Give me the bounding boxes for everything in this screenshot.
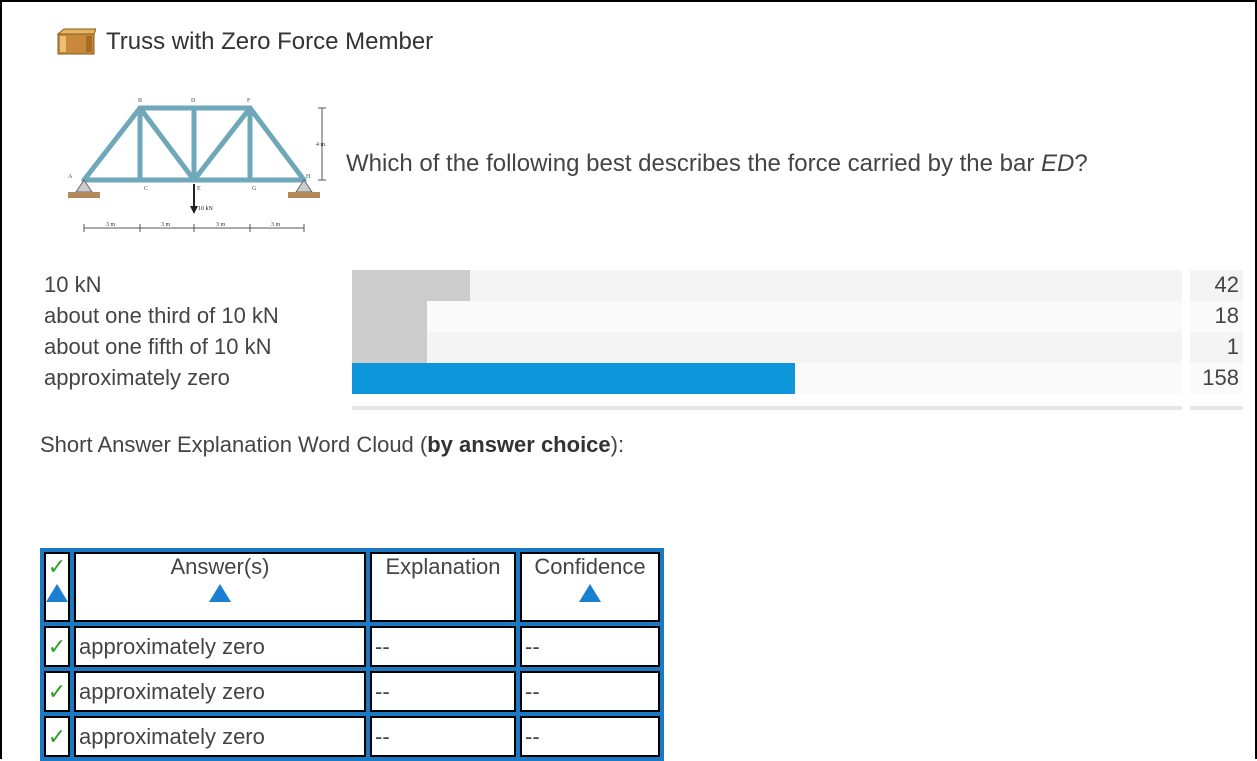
answer-bar <box>352 301 427 332</box>
sort-ascending-icon[interactable] <box>46 582 68 608</box>
joint-label-g: G <box>252 186 257 192</box>
answer-row: about one fifth of 10 kN 1 <box>40 332 1245 363</box>
answer-cell: approximately zero <box>74 671 366 712</box>
answers-column-header[interactable]: Answer(s) <box>74 552 366 622</box>
checkmark-icon: ✓ <box>47 723 67 749</box>
answer-cell: approximately zero <box>74 626 366 667</box>
divider <box>352 406 1182 410</box>
span-dimension-1: 3 m <box>106 222 116 228</box>
table-row: ✓ approximately zero -- -- <box>44 671 660 712</box>
span-dimension-3: 3 m <box>216 222 226 228</box>
word-cloud-link[interactable]: by answer choice <box>427 432 610 457</box>
answer-count-cell: 42 <box>1190 270 1243 301</box>
question-bar-name: ED <box>1041 150 1075 177</box>
answer-label: about one fifth of 10 kN <box>44 334 272 359</box>
explanations-table: ✓ Answer(s) Explanation Confidence ✓ app… <box>40 548 664 761</box>
answer-row: 10 kN 42 <box>40 270 1245 301</box>
answer-bar <box>352 363 796 394</box>
table-header-row: ✓ Answer(s) Explanation Confidence <box>44 552 660 622</box>
answer-bar <box>352 270 470 301</box>
answer-bar-track <box>352 332 1182 363</box>
explanation-header-label: Explanation <box>385 554 501 579</box>
confidence-cell: -- <box>520 671 660 712</box>
question-title-row: Truss with Zero Force Member <box>56 26 433 58</box>
truss-diagram: A B C D E F G H 10 kN 4 m 3 m 3 m 3 m 3 … <box>68 98 326 232</box>
span-dimension-2: 3 m <box>161 222 171 228</box>
answer-row: approximately zero 158 <box>40 363 1245 394</box>
answer-count-cell: 158 <box>1190 363 1243 394</box>
joint-label-d: D <box>191 98 196 104</box>
sort-ascending-icon[interactable] <box>79 582 361 608</box>
span-dimension-4: 3 m <box>271 222 281 228</box>
joint-label-h: H <box>306 174 311 180</box>
box-icon <box>56 28 96 55</box>
word-cloud-heading: Short Answer Explanation Word Cloud (by … <box>40 432 624 458</box>
question-title: Truss with Zero Force Member <box>106 28 434 55</box>
explanation-column-header[interactable]: Explanation <box>370 552 516 622</box>
question-prefix: Which of the following best describes th… <box>346 150 1042 177</box>
confidence-cell: -- <box>520 626 660 667</box>
word-cloud-prefix: Short Answer Explanation Word Cloud ( <box>40 432 428 457</box>
answer-bar-track <box>352 363 1182 394</box>
joint-label-a: A <box>68 174 73 180</box>
joint-label-f: F <box>247 98 251 104</box>
checkmark-icon: ✓ <box>47 678 67 704</box>
answer-count: 18 <box>1214 303 1239 328</box>
answer-label: about one third of 10 kN <box>44 303 279 328</box>
confidence-column-header[interactable]: Confidence <box>520 552 660 622</box>
table-row: ✓ approximately zero -- -- <box>44 716 660 757</box>
joint-label-e: E <box>197 186 201 192</box>
joint-label-c: C <box>144 186 148 192</box>
answer-count-cell: 18 <box>1190 301 1243 332</box>
explanation-cell: -- <box>370 671 516 712</box>
answer-count-cell: 1 <box>1190 332 1243 363</box>
answer-bar <box>352 332 427 363</box>
answer-label: approximately zero <box>44 365 230 390</box>
checkmark-icon: ✓ <box>47 633 67 659</box>
answers-header-label: Answer(s) <box>170 554 270 579</box>
check-column-header[interactable]: ✓ <box>44 552 70 622</box>
joint-label-b: B <box>138 98 142 104</box>
checkmark-icon: ✓ <box>47 554 67 579</box>
load-label: 10 kN <box>198 206 214 212</box>
divider <box>1190 406 1243 410</box>
word-cloud-suffix: ): <box>610 432 625 457</box>
answer-distribution: 10 kN 42 about one third of 10 kN 18 abo… <box>40 270 1245 410</box>
sort-ascending-icon[interactable] <box>525 582 655 608</box>
confidence-cell: -- <box>520 716 660 757</box>
question-suffix: ? <box>1074 150 1088 177</box>
explanation-cell: -- <box>370 626 516 667</box>
answer-count: 1 <box>1226 334 1239 359</box>
height-dimension: 4 m <box>316 142 326 148</box>
explanation-cell: -- <box>370 716 516 757</box>
answer-cell: approximately zero <box>74 716 366 757</box>
answer-bar-track <box>352 301 1182 332</box>
question-text: Which of the following best describes th… <box>346 150 1088 178</box>
answer-count: 42 <box>1214 272 1239 297</box>
confidence-header-label: Confidence <box>534 554 646 579</box>
answer-label: 10 kN <box>44 272 102 297</box>
answer-row: about one third of 10 kN 18 <box>40 301 1245 332</box>
answer-bar-track <box>352 270 1182 301</box>
answer-count: 158 <box>1202 365 1239 390</box>
table-row: ✓ approximately zero -- -- <box>44 626 660 667</box>
